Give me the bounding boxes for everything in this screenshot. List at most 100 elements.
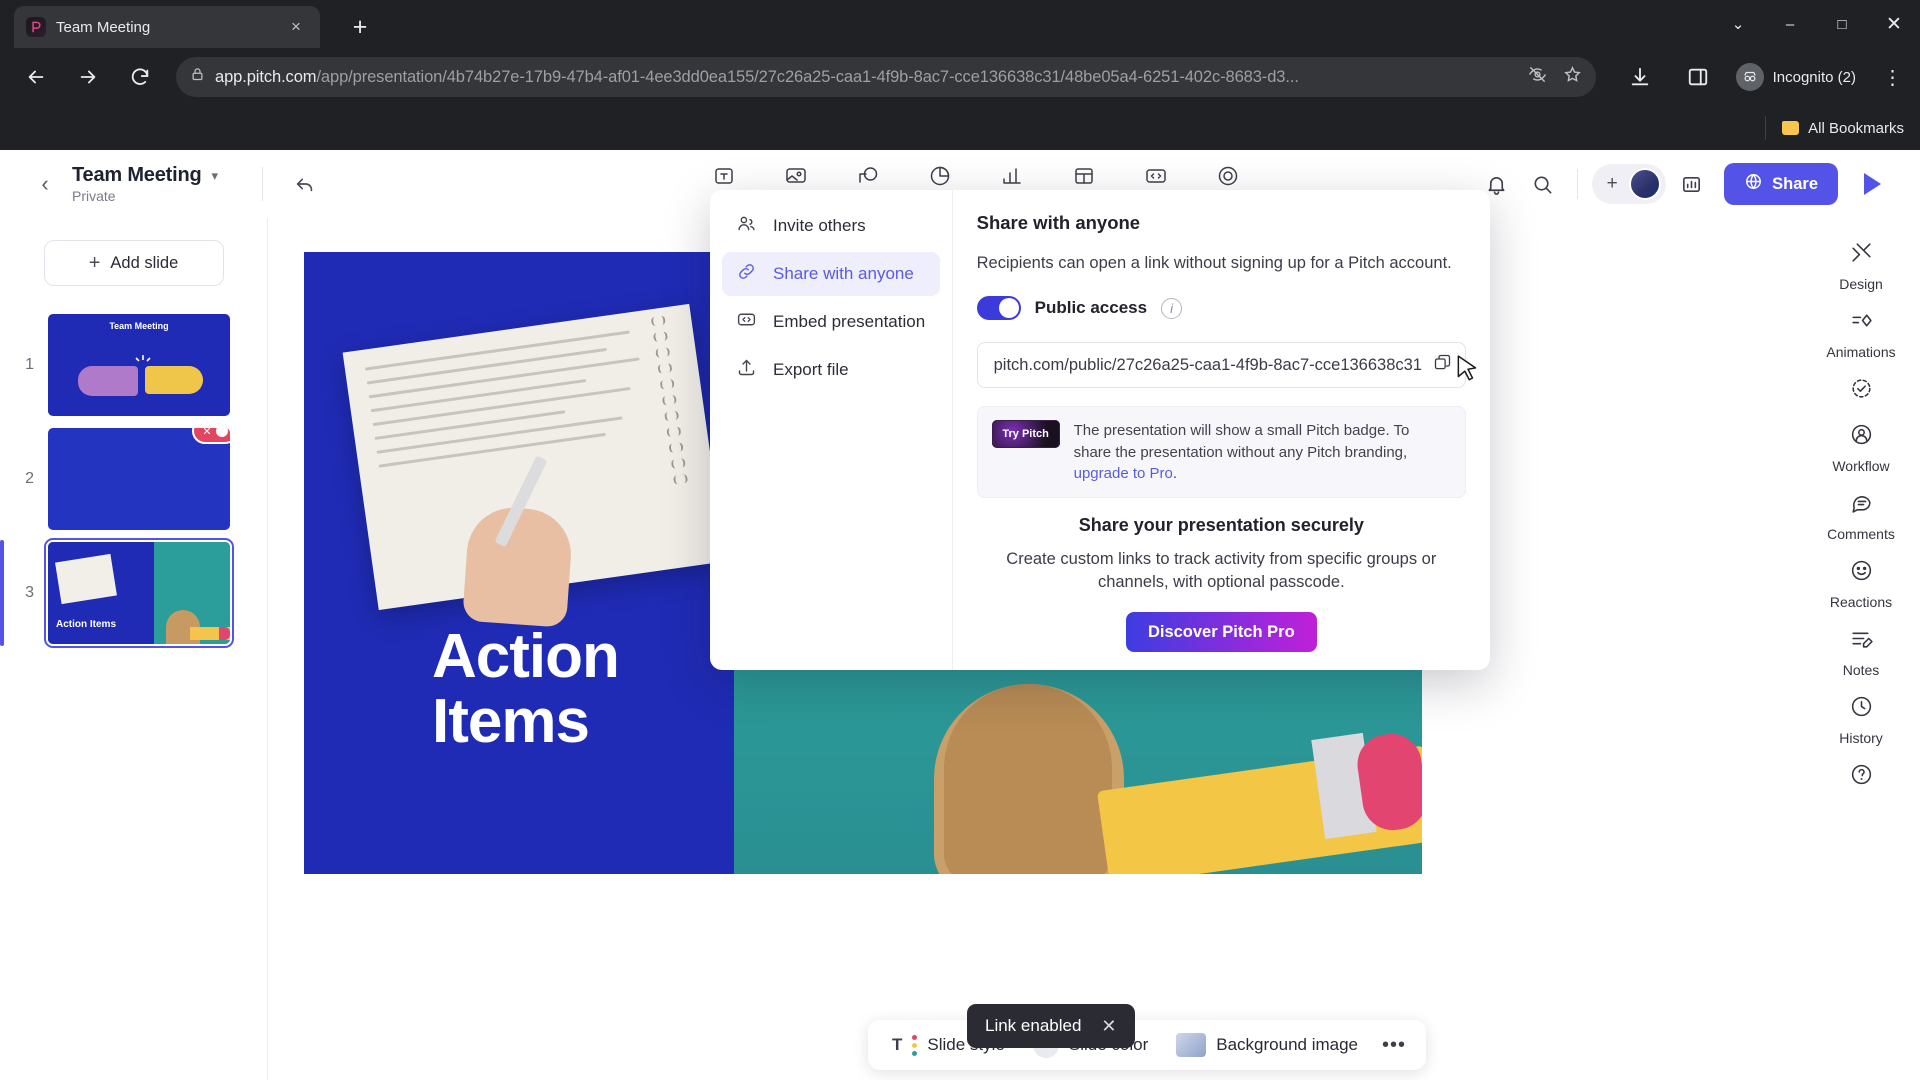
sidebar-item-workflow[interactable]: Workflow — [1811, 366, 1911, 474]
public-link-field[interactable]: pitch.com/public/27c26a25-caa1-4f9b-8ac7… — [976, 342, 1466, 389]
share-button[interactable]: Share — [1724, 163, 1838, 205]
analytics-icon[interactable] — [1670, 163, 1712, 205]
thumb-art: Action Items — [48, 542, 154, 644]
thumbnail-image[interactable]: ✕ — [48, 428, 230, 530]
maximize-button[interactable]: □ — [1816, 0, 1868, 48]
reactions-icon — [1837, 548, 1885, 592]
toggle-badge-icon: ✕ — [192, 428, 230, 444]
back-icon[interactable] — [15, 56, 57, 98]
slide-title-line2: Items — [432, 686, 590, 756]
slide-thumbnail-2[interactable]: 2 ✕ — [0, 422, 267, 536]
share-panel-title: Share with anyone — [976, 212, 1141, 233]
browser-toolbar: app.pitch.com/app/presentation/4b74b27e-… — [0, 48, 1920, 106]
address-bar[interactable]: app.pitch.com/app/presentation/4b74b27e-… — [176, 57, 1596, 97]
forward-icon[interactable] — [67, 56, 109, 98]
window-controls: ⌄ – □ ✕ — [1712, 0, 1920, 48]
deck-title: Team Meeting — [72, 164, 202, 186]
close-window-button[interactable]: ✕ — [1868, 0, 1920, 48]
thumbnail-image[interactable]: Action Items — [44, 538, 234, 648]
toast-notification: Link enabled ✕ — [967, 1004, 1135, 1048]
add-collaborator-icon[interactable]: + — [1597, 169, 1627, 199]
comments-icon — [1837, 480, 1885, 524]
public-access-row: Public access i — [976, 296, 1466, 321]
sidebar-item-animations[interactable]: Animations — [1811, 298, 1911, 360]
mouse-cursor — [1455, 354, 1481, 389]
tracking-protection-icon[interactable] — [1528, 65, 1547, 89]
slide-number: 2 — [25, 470, 34, 487]
sidebar-item-design[interactable]: Design — [1811, 230, 1911, 292]
bookmark-star-icon[interactable] — [1563, 65, 1582, 89]
play-icon — [1863, 173, 1881, 195]
sidebar-label: History — [1839, 730, 1883, 746]
collaborators[interactable]: + — [1592, 164, 1667, 204]
info-icon[interactable]: i — [1161, 297, 1183, 319]
all-bookmarks-button[interactable]: All Bookmarks — [1782, 120, 1904, 137]
sidebar-item-history[interactable]: History — [1811, 684, 1911, 746]
pitch-badge-notice: Try Pitch The presentation will show a s… — [976, 406, 1466, 499]
slide-thumbnail-3[interactable]: 3 Action Items — [0, 536, 267, 650]
menu-item-share-with-anyone[interactable]: Share with anyone — [722, 252, 940, 296]
bookmarks-bar: All Bookmarks — [0, 106, 1920, 150]
downloads-icon[interactable] — [1619, 56, 1661, 98]
people-icon — [736, 213, 757, 239]
more-options-icon[interactable]: ••• — [1376, 1034, 1412, 1057]
reload-icon[interactable] — [119, 56, 161, 98]
menu-item-invite-others[interactable]: Invite others — [722, 204, 940, 248]
pitch-logo-icon — [26, 17, 46, 37]
avatar[interactable] — [1629, 168, 1662, 200]
deck-info: Team Meeting ▾ Private — [72, 164, 218, 204]
menu-item-label: Embed presentation — [773, 312, 926, 331]
table-icon — [1072, 164, 1096, 193]
slide-list: 1 Team Meeting 2 ✕ 3 Action Items — [0, 308, 267, 650]
embed-icon — [1144, 164, 1168, 193]
badge-text-before: The presentation will show a small Pitch… — [1073, 422, 1410, 461]
toast-close-icon[interactable]: ✕ — [1101, 1016, 1116, 1037]
background-image-button[interactable]: Background image — [1166, 1029, 1368, 1061]
new-tab-button[interactable]: + — [345, 14, 375, 44]
upload-icon — [736, 357, 757, 383]
side-panel-icon[interactable] — [1677, 56, 1719, 98]
present-button[interactable] — [1850, 162, 1894, 206]
menu-item-label: Invite others — [773, 216, 866, 235]
thumbnail-image[interactable]: Team Meeting — [48, 314, 230, 416]
slide-format-bar: T Slide style Slide color Background ima… — [868, 1020, 1427, 1070]
sidebar-item-help[interactable] — [1811, 752, 1911, 796]
text-style-icon: T — [892, 1035, 903, 1054]
add-slide-button[interactable]: + Add slide — [43, 240, 224, 286]
lock-icon — [190, 67, 205, 87]
public-access-toggle[interactable] — [976, 296, 1021, 321]
browser-menu-icon[interactable]: ⋮ — [1876, 58, 1910, 96]
tab-search-icon[interactable]: ⌄ — [1712, 0, 1764, 48]
link-icon — [736, 261, 757, 287]
notes-icon — [1837, 616, 1885, 660]
discover-pitch-pro-button[interactable]: Discover Pitch Pro — [1125, 612, 1317, 652]
workflow-icon — [1837, 412, 1885, 456]
sidebar-item-comments[interactable]: Comments — [1811, 480, 1911, 542]
minimize-button[interactable]: – — [1764, 0, 1816, 48]
menu-item-embed-presentation[interactable]: Embed presentation — [722, 300, 940, 344]
back-to-dashboard-icon[interactable]: ‹ — [28, 171, 62, 197]
sidebar-item-notes[interactable]: Notes — [1811, 616, 1911, 678]
thumb-title: Team Meeting — [109, 321, 169, 331]
sidebar-item-reactions[interactable]: Reactions — [1811, 548, 1911, 610]
tab-close-icon[interactable]: × — [284, 15, 308, 39]
copy-link-icon[interactable] — [1432, 352, 1453, 378]
incognito-profile-button[interactable]: Incognito (2) — [1730, 58, 1870, 96]
toggle-knob — [998, 298, 1019, 319]
share-modal-nav: Invite others Share with anyone Embed pr… — [710, 190, 953, 670]
selected-slide-indicator — [0, 540, 4, 646]
spark-icon — [135, 355, 151, 362]
app-toolbar-right: + Share — [1475, 150, 1894, 218]
slides-panel: + Add slide 1 Team Meeting 2 ✕ 3 Action … — [0, 218, 268, 1080]
media-icon — [784, 164, 808, 193]
hand-illustration — [462, 504, 574, 628]
search-icon[interactable] — [1521, 163, 1563, 205]
slide-thumbnail-1[interactable]: 1 Team Meeting — [0, 308, 267, 422]
chevron-down-icon[interactable]: ▾ — [211, 168, 218, 184]
design-icon — [1837, 230, 1885, 274]
menu-item-export-file[interactable]: Export file — [722, 348, 940, 392]
text-icon — [712, 164, 736, 193]
undo-icon[interactable] — [287, 166, 323, 202]
upgrade-to-pro-link[interactable]: upgrade to Pro — [1074, 465, 1173, 482]
browser-tab[interactable]: Team Meeting × — [14, 6, 320, 48]
